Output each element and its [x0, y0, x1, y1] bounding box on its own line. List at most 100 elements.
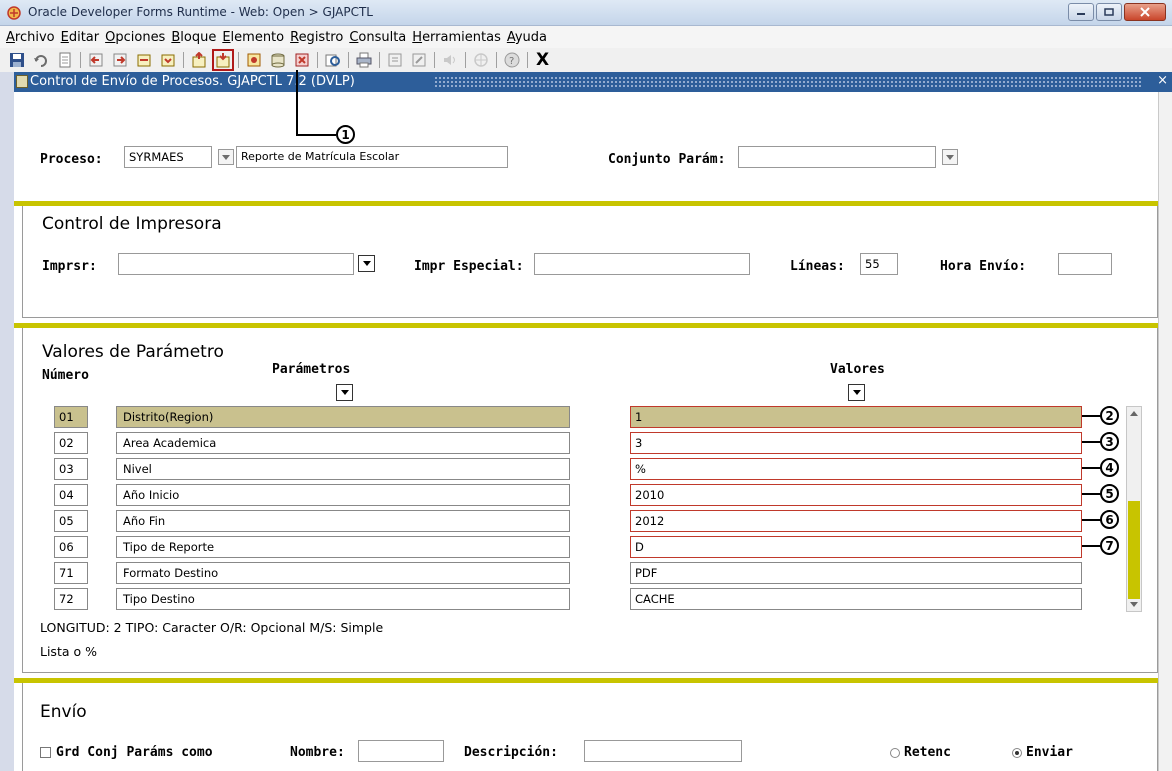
rollback-button[interactable]: [32, 51, 50, 69]
list-icon: [388, 53, 402, 67]
scroll-down-icon[interactable]: [1130, 602, 1138, 607]
imprsr-dropdown-button[interactable]: [358, 255, 375, 272]
params-scrollbar[interactable]: [1126, 406, 1142, 612]
list-values-button[interactable]: [386, 51, 404, 69]
param-number-cell[interactable]: 02: [54, 432, 88, 454]
insert-record-button[interactable]: [245, 51, 263, 69]
remove-record-button[interactable]: [293, 51, 311, 69]
param-value-cell[interactable]: 2012: [630, 510, 1082, 532]
exit-button[interactable]: X: [536, 50, 549, 70]
proceso-description-field: Reporte de Matrícula Escolar: [236, 146, 508, 168]
param-name-cell[interactable]: Tipo Destino: [116, 588, 570, 610]
conjunto-param-dropdown-button[interactable]: [942, 149, 958, 165]
param-name-cell[interactable]: Area Academica: [116, 432, 570, 454]
param-name-cell[interactable]: Año Inicio: [116, 484, 570, 506]
print-button[interactable]: [56, 51, 74, 69]
param-value-cell[interactable]: 2010: [630, 484, 1082, 506]
param-value-cell[interactable]: PDF: [630, 562, 1082, 584]
next-record-button[interactable]: [159, 51, 177, 69]
param-name-cell[interactable]: Nivel: [116, 458, 570, 480]
menu-herramientas[interactable]: Herramientas: [412, 30, 501, 45]
scroll-thumb[interactable]: [1128, 501, 1140, 599]
next-block-button[interactable]: [111, 51, 129, 69]
imprsr-field[interactable]: [118, 253, 354, 275]
callout-marker: 7: [1100, 536, 1119, 555]
window-scrollbar[interactable]: [1158, 92, 1172, 771]
parametros-header: Parámetros: [272, 362, 351, 377]
param-name-cell[interactable]: Formato Destino: [116, 562, 570, 584]
retenc-radio[interactable]: [890, 748, 900, 758]
param-name-cell[interactable]: Año Fin: [116, 510, 570, 532]
param-name-cell[interactable]: Tipo de Reporte: [116, 536, 570, 558]
toolbar-separator: [348, 52, 349, 68]
toolbar-separator: [379, 52, 380, 68]
valores-dropdown-button[interactable]: [848, 384, 865, 401]
param-number-cell[interactable]: 71: [54, 562, 88, 584]
param-value-cell[interactable]: 1: [630, 406, 1082, 428]
impr-especial-field[interactable]: [534, 253, 750, 275]
previous-record-icon: [137, 54, 151, 67]
callout-line: [1082, 519, 1102, 521]
maximize-button[interactable]: [1096, 3, 1122, 21]
param-name-cell[interactable]: Distrito(Region): [116, 406, 570, 428]
save-button[interactable]: [8, 51, 26, 69]
help-button[interactable]: ?: [503, 51, 521, 69]
enter-query-button[interactable]: [190, 51, 208, 69]
conjunto-param-label: Conjunto Parám:: [608, 152, 726, 167]
scroll-up-icon[interactable]: [1130, 411, 1138, 416]
lineas-field[interactable]: 55: [860, 253, 898, 275]
nombre-field[interactable]: [358, 740, 444, 762]
param-number-cell[interactable]: 06: [54, 536, 88, 558]
proceso-code-field[interactable]: SYRMAES: [124, 146, 212, 168]
proceso-label: Proceso:: [40, 152, 103, 167]
execute-query-button[interactable]: [212, 49, 234, 71]
audio-button[interactable]: [441, 51, 459, 69]
param-value-cell[interactable]: D: [630, 536, 1082, 558]
param-number-cell[interactable]: 05: [54, 510, 88, 532]
navigate-button[interactable]: [472, 51, 490, 69]
edit-icon: [412, 53, 426, 67]
form-canvas: Proceso: SYRMAES Reporte de Matrícula Es…: [14, 92, 1158, 771]
enviar-radio[interactable]: [1012, 748, 1022, 758]
param-number-cell[interactable]: 04: [54, 484, 88, 506]
toolbar-separator: [80, 52, 81, 68]
param-value-cell[interactable]: 3: [630, 432, 1082, 454]
svg-text:?: ?: [509, 56, 514, 67]
printer-button[interactable]: [355, 51, 373, 69]
minimize-button[interactable]: [1068, 3, 1094, 21]
menu-registro[interactable]: Registro: [290, 30, 343, 45]
count-query-button[interactable]: [324, 51, 342, 69]
param-value-cell[interactable]: %: [630, 458, 1082, 480]
toolbar-separator: [434, 52, 435, 68]
callout-marker: 6: [1100, 510, 1119, 529]
menu-consulta[interactable]: Consulta: [349, 30, 406, 45]
previous-record-button[interactable]: [135, 51, 153, 69]
form-close-icon[interactable]: ×: [1157, 73, 1168, 88]
database-button[interactable]: [269, 51, 287, 69]
previous-block-button[interactable]: [87, 51, 105, 69]
menu-elemento[interactable]: Elemento: [222, 30, 284, 45]
grd-conj-params-checkbox[interactable]: [40, 747, 51, 758]
edit-field-button[interactable]: [410, 51, 428, 69]
menu-editar[interactable]: Editar: [61, 30, 100, 45]
close-window-button[interactable]: [1124, 3, 1166, 21]
param-number-cell[interactable]: 01: [54, 406, 88, 428]
parametros-dropdown-button[interactable]: [336, 384, 353, 401]
menu-opciones[interactable]: Opciones: [105, 30, 165, 45]
menu-archivo[interactable]: Archivo: [6, 30, 55, 45]
menu-ayuda[interactable]: Ayuda: [507, 30, 547, 45]
hora-envio-field[interactable]: [1058, 253, 1112, 275]
conjunto-param-field[interactable]: [738, 146, 936, 168]
descripcion-label: Descripción:: [464, 745, 558, 760]
menu-bar: Archivo Editar Opciones Bloque Elemento …: [0, 26, 1172, 48]
title-bar-pattern: [434, 76, 1142, 88]
proceso-dropdown-button[interactable]: [218, 149, 234, 165]
descripcion-field[interactable]: [584, 740, 742, 762]
param-value-cell[interactable]: CACHE: [630, 588, 1082, 610]
param-number-cell[interactable]: 03: [54, 458, 88, 480]
param-number-cell[interactable]: 72: [54, 588, 88, 610]
enviar-label: Enviar: [1026, 745, 1073, 760]
search-icon: [325, 54, 340, 67]
window-title: Oracle Developer Forms Runtime - Web: Op…: [28, 5, 373, 19]
menu-bloque[interactable]: Bloque: [171, 30, 216, 45]
